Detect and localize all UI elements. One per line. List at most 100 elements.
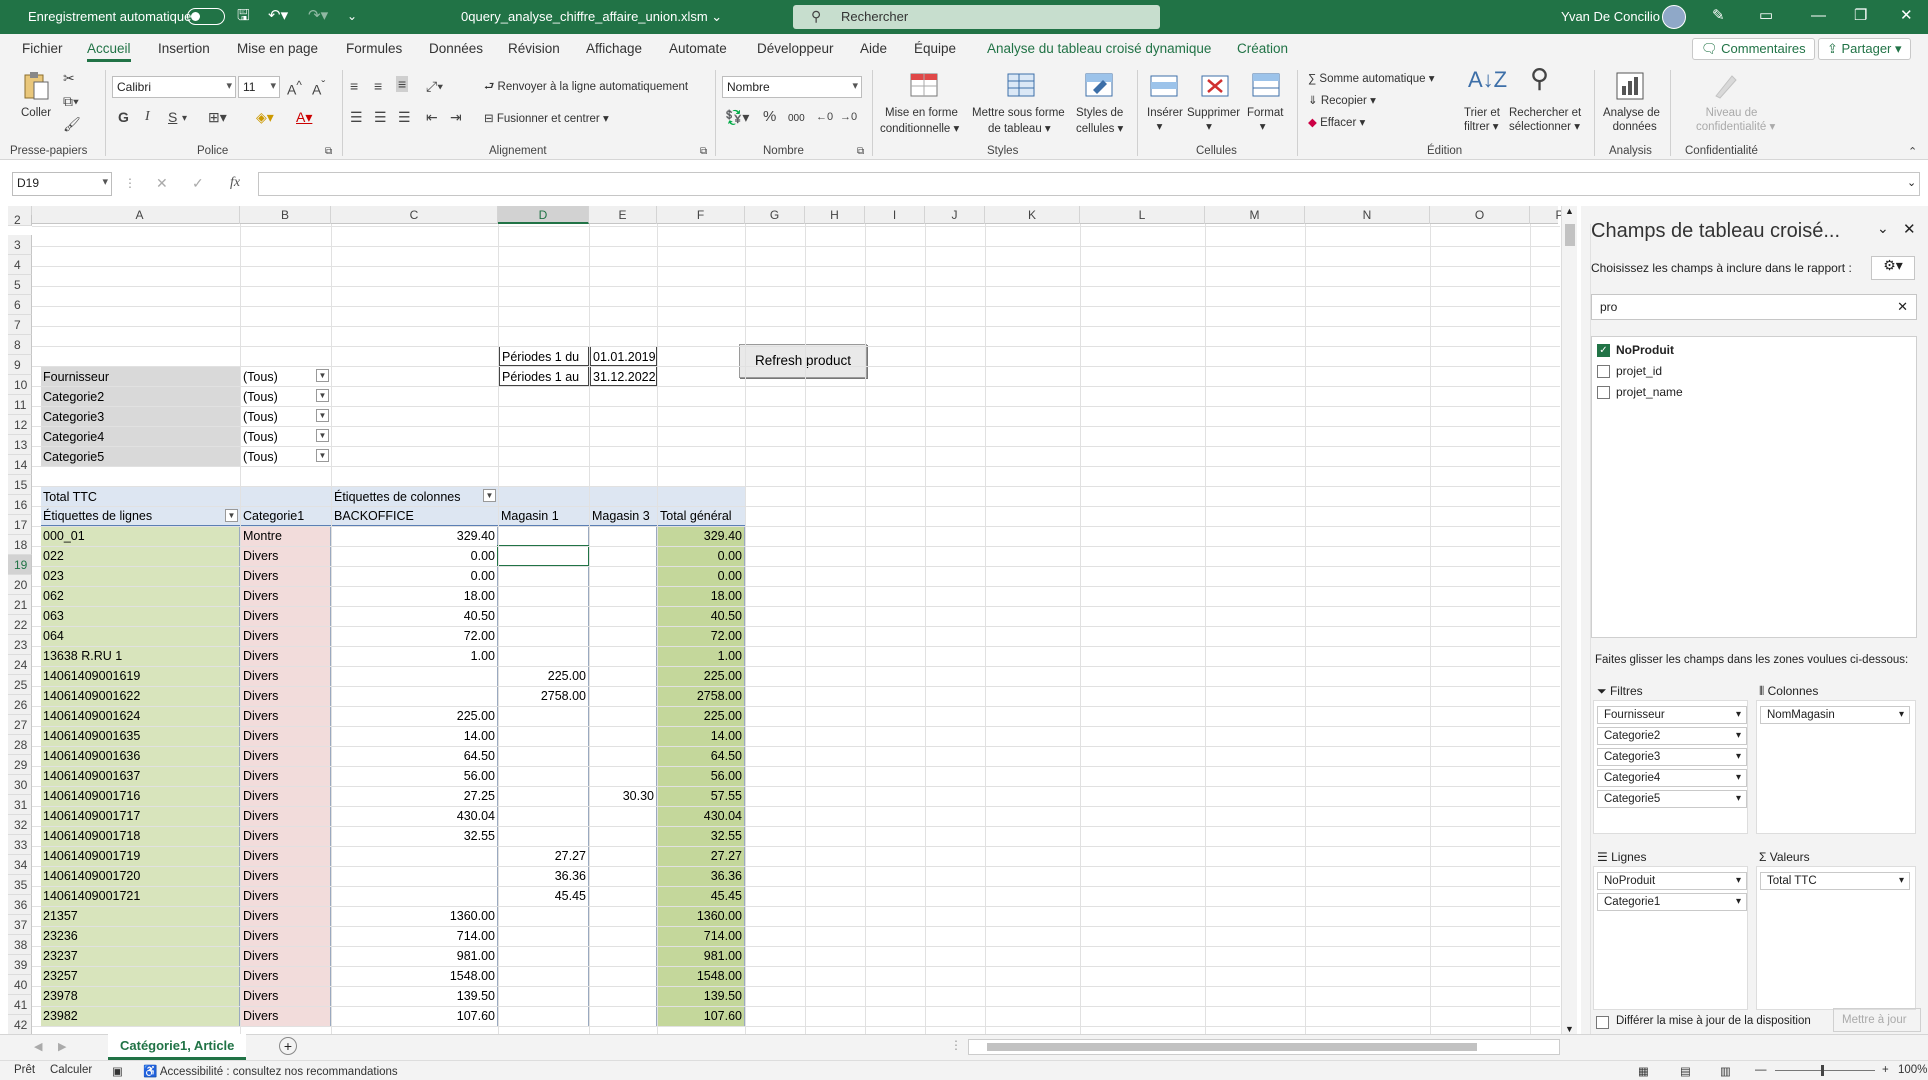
font-color-icon[interactable]: A▾ [296,109,312,125]
pivot-value-cell[interactable]: 32.55 [332,826,498,846]
paste-icon[interactable] [20,70,52,102]
minimize-icon[interactable]: — [1811,7,1826,25]
orientation-icon[interactable]: ⤢▾ [426,78,443,94]
pivot-total-cell[interactable]: 714.00 [658,926,745,946]
field-noproduit[interactable]: NoProduit [1616,343,1674,357]
analyze-data-label[interactable]: Analyse de données [1603,106,1660,134]
pivot-total-cell[interactable]: 329.40 [658,526,745,546]
enter-icon[interactable]: ✓ [192,175,204,192]
tab-creation[interactable]: Création [1237,41,1288,56]
alignment-dialog-launcher-icon[interactable]: ⧉ [700,144,707,160]
column-header-h[interactable]: H [805,206,865,224]
sensitivity-label[interactable]: Niveau de confidentialité ▾ [1696,106,1775,134]
column-header-b[interactable]: B [240,206,331,224]
field-checkbox-projet-name[interactable] [1597,386,1610,399]
pivot-column-labels[interactable]: Étiquettes de colonnes [332,486,498,506]
column-header-a[interactable]: A [40,206,240,224]
align-bottom-icon[interactable]: ≡ [396,76,409,92]
format-painter-icon[interactable]: 🖌 [63,116,81,132]
row-header-4[interactable]: 4 [8,255,32,275]
decrease-decimal-icon[interactable]: →0 [840,109,857,125]
tab-insertion[interactable]: Insertion [158,41,210,56]
pivot-category-cell[interactable]: Divers [241,746,331,766]
pivot-category-cell[interactable]: Divers [241,826,331,846]
pivot-value-cell[interactable]: 40.50 [332,606,498,626]
pivot-total-cell[interactable]: 27.27 [658,846,745,866]
pivot-total-cell[interactable]: 139.50 [658,986,745,1006]
accessibility-status[interactable]: ♿ Accessibilité : consultez nos recomman… [143,1064,398,1078]
pivot-row-label[interactable]: 14061409001635 [41,726,240,746]
add-sheet-icon[interactable]: + [279,1037,297,1055]
pivot-value-cell[interactable] [590,706,657,726]
pivot-category-cell[interactable]: Divers [241,566,331,586]
pivot-value-cell[interactable]: 27.27 [499,846,589,866]
period-end-date[interactable]: 31.12.2022 [590,366,657,386]
tab-analyse-tcd[interactable]: Analyse du tableau croisé dynamique [987,41,1211,56]
pivot-row-label[interactable]: 14061409001637 [41,766,240,786]
sheet-tab-categorie1-article[interactable]: Catégorie1, Article [108,1034,247,1060]
pivot-category-cell[interactable]: Divers [241,786,331,806]
row-header-14[interactable]: 14 [8,455,32,475]
align-center-icon[interactable]: ☰ [374,109,387,125]
pivot-value-cell[interactable] [499,1006,589,1026]
pivot-row-label[interactable]: 023 [41,566,240,586]
pivot-value-cell[interactable]: 36.36 [499,866,589,886]
row-header-13[interactable]: 13 [8,435,32,455]
autosum-button[interactable]: ∑ Somme automatique ▾ [1308,72,1435,86]
pivot-value-cell[interactable] [590,546,657,566]
fill-color-icon[interactable]: ◈▾ [256,109,274,125]
cancel-icon[interactable]: ✕ [156,175,168,192]
pivot-total-cell[interactable]: 981.00 [658,946,745,966]
column-labels-filter-icon[interactable]: ▼ [483,489,496,502]
filter-field-label[interactable]: Fournisseur [41,366,240,386]
row-header-22[interactable]: 22 [8,615,32,635]
column-header-j[interactable]: J [925,206,985,224]
pivot-total-cell[interactable]: 64.50 [658,746,745,766]
column-pill-nommagasin[interactable]: NomMagasin [1760,706,1910,724]
status-calculate[interactable]: Calculer [50,1064,92,1076]
format-cells-label[interactable]: Format ▾ [1247,106,1283,134]
pivot-row-label[interactable]: 14061409001717 [41,806,240,826]
decrease-indent-icon[interactable]: ⇤ [426,109,438,125]
autosave-toggle[interactable] [187,8,225,25]
pivot-value-cell[interactable] [499,566,589,586]
pivot-value-cell[interactable] [332,686,498,706]
tab-affichage[interactable]: Affichage [586,41,642,56]
pivot-total-cell[interactable]: 32.55 [658,826,745,846]
tab-formules[interactable]: Formules [346,41,402,56]
collapse-ribbon-icon[interactable]: ⌃ [1908,144,1917,160]
save-icon[interactable]: 🖫 [237,7,250,25]
row-header-33[interactable]: 33 [8,835,32,855]
pivot-total-cell[interactable]: 225.00 [658,666,745,686]
next-sheet-icon[interactable]: ▶ [58,1040,66,1053]
pivot-value-cell[interactable]: 18.00 [332,586,498,606]
pivot-total-cell[interactable]: 1360.00 [658,906,745,926]
pivot-header-blank[interactable] [241,486,331,506]
pivot-category-cell[interactable]: Divers [241,726,331,746]
zoom-slider-thumb[interactable] [1821,1065,1824,1076]
clear-search-icon[interactable]: ✕ [1897,299,1908,315]
pivot-header-4[interactable]: Magasin 3 [590,506,657,526]
comments-button[interactable]: 🗨 Commentaires [1692,38,1815,60]
pivot-value-cell[interactable]: 45.45 [499,886,589,906]
row-header-27[interactable]: 27 [8,715,32,735]
pivot-value-cell[interactable]: 1.00 [332,646,498,666]
fill-button[interactable]: ⇓ Recopier ▾ [1308,94,1376,108]
pivot-value-cell[interactable]: 107.60 [332,1006,498,1026]
column-header-k[interactable]: K [985,206,1080,224]
align-right-icon[interactable]: ☰ [398,109,411,125]
pivot-total-cell[interactable]: 430.04 [658,806,745,826]
pivot-value-cell[interactable]: 714.00 [332,926,498,946]
search-box[interactable]: ⚲ Rechercher [793,5,1160,29]
pivot-category-cell[interactable]: Divers [241,646,331,666]
column-header-o[interactable]: O [1430,206,1530,224]
vertical-scrollbar[interactable]: ▲ ▼ [1561,206,1577,1034]
pivot-total-cell[interactable]: 0.00 [658,546,745,566]
restore-icon[interactable]: ❐ [1854,7,1867,25]
column-header-g[interactable]: G [745,206,805,224]
page-break-view-icon[interactable]: ▥ [1720,1064,1731,1078]
column-header-l[interactable]: L [1080,206,1205,224]
pivot-value-cell[interactable]: 27.25 [332,786,498,806]
zoom-level[interactable]: 100% [1898,1064,1927,1076]
pivot-value-cell[interactable] [499,966,589,986]
